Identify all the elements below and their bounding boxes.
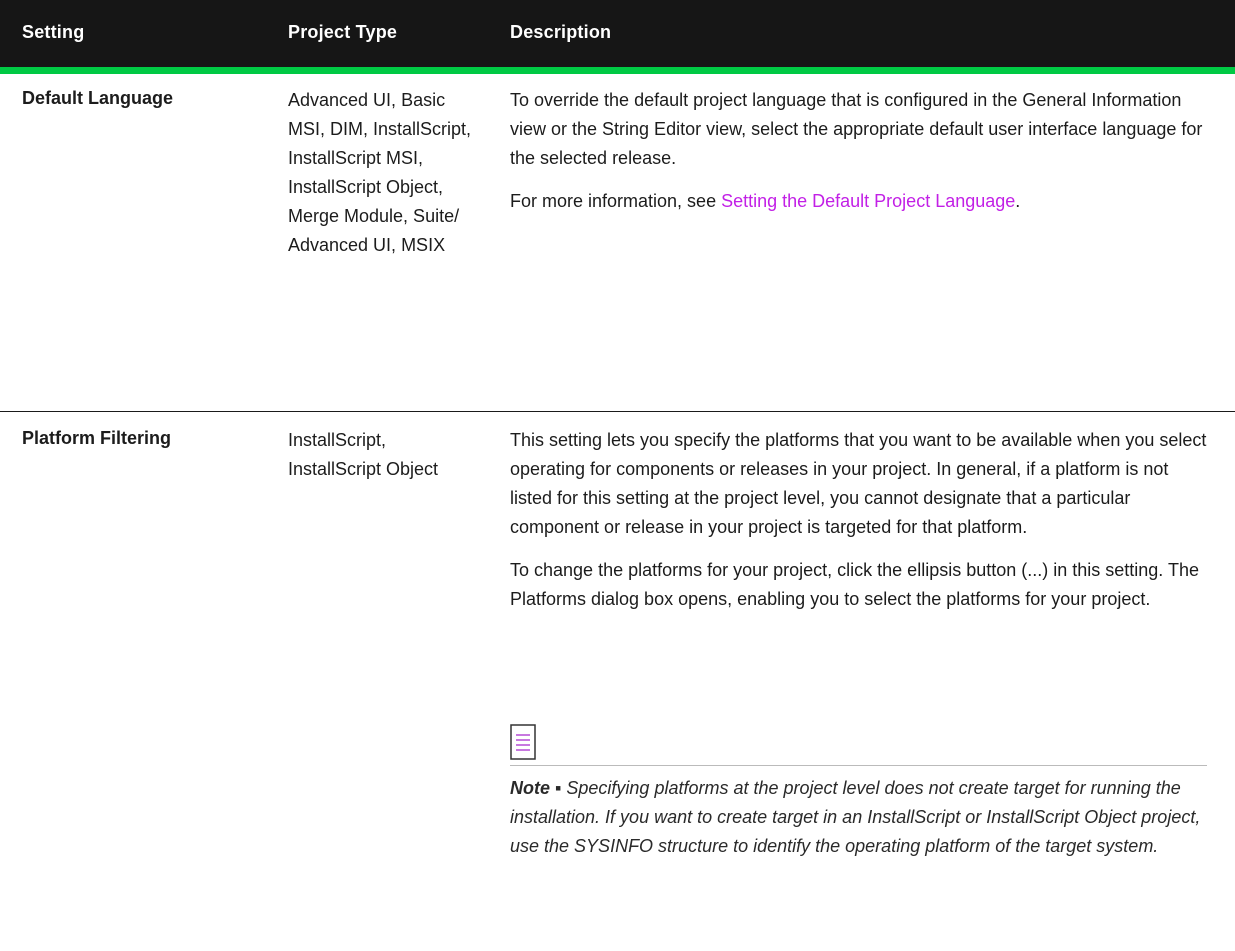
table-header: Setting Project Type Description — [0, 0, 1235, 74]
description-paragraph: For more information, see Setting the De… — [510, 187, 1215, 216]
note-icon — [510, 724, 538, 762]
description-paragraph: To override the default project language… — [510, 90, 1203, 168]
setting-name: Platform Filtering — [22, 428, 172, 448]
note-label: Note ▪ — [510, 778, 562, 798]
description-paragraph: This setting lets you specify the platfo… — [510, 430, 1207, 537]
note-text: Specifying platforms at the project leve… — [510, 778, 1201, 856]
description-text: . — [1015, 191, 1021, 211]
project-type-cell: InstallScript, InstallScript Object — [288, 430, 439, 479]
header-description: Description — [510, 22, 612, 42]
note-divider — [510, 765, 1207, 766]
note-block: Note ▪ Specifying platforms at the proje… — [510, 774, 1220, 861]
description-text: For more information, see — [510, 191, 722, 211]
header-project-type: Project Type — [288, 22, 398, 42]
description-cell: To override the default project language… — [510, 86, 1215, 230]
project-type-cell: Advanced UI, Basic MSI, DIM, InstallScri… — [288, 90, 472, 255]
description-cell: This setting lets you specify the platfo… — [510, 426, 1215, 628]
row-divider — [0, 411, 1235, 412]
default-language-link[interactable]: Setting the Default Project Language — [721, 191, 1015, 211]
description-paragraph: To change the platforms for your project… — [510, 560, 1199, 609]
header-setting: Setting — [22, 22, 85, 42]
setting-name: Default Language — [22, 88, 174, 108]
